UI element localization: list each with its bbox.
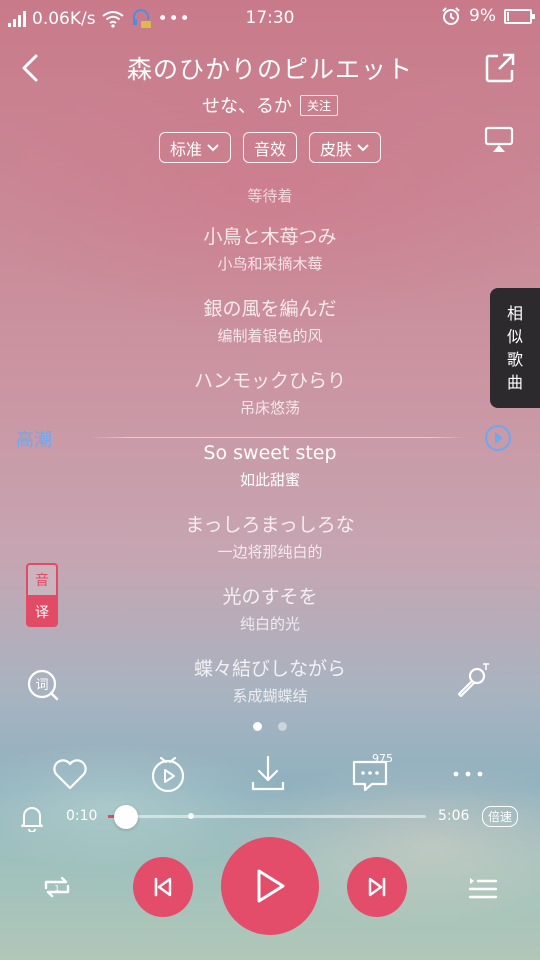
- chevron-down-icon: [357, 143, 369, 151]
- lyric-line[interactable]: 小鳥と木苺つみ 小鸟和采摘木莓: [90, 222, 450, 294]
- quality-label: 标准: [169, 139, 202, 159]
- lyric-line[interactable]: 光のすそを 纯白的光: [90, 582, 450, 654]
- play-icon: [257, 869, 285, 903]
- download-icon[interactable]: [246, 752, 290, 796]
- comment-count: 975: [372, 752, 393, 765]
- play-button[interactable]: [221, 837, 319, 935]
- lyric-line[interactable]: ハンモックひらり 吊床悠荡: [90, 366, 450, 438]
- similar-char: 曲: [506, 373, 523, 392]
- translation-toggle[interactable]: 音 译: [26, 563, 58, 627]
- back-arrow-icon[interactable]: [16, 50, 46, 86]
- next-icon: [368, 877, 386, 897]
- current-time: 0:10: [66, 808, 98, 824]
- original-option[interactable]: 音: [28, 565, 56, 595]
- lyric-translation: 纯白的光: [239, 615, 300, 633]
- video-icon[interactable]: [146, 752, 190, 796]
- climax-label: 高潮: [16, 430, 52, 451]
- options-row: 标准 音效 皮肤: [0, 132, 540, 163]
- follow-button[interactable]: 关注: [299, 94, 338, 116]
- sound-effects-button[interactable]: 音效: [242, 132, 297, 163]
- lyric-translation: 一边将那纯白的: [217, 543, 323, 561]
- playback-speed-button[interactable]: 倍速: [482, 806, 519, 827]
- page-dot[interactable]: [278, 722, 287, 731]
- lyric-original: 銀の風を編んだ: [203, 298, 337, 320]
- lyric-text: 等待着: [247, 187, 293, 205]
- heart-icon[interactable]: [48, 752, 92, 796]
- svg-text:1: 1: [54, 884, 59, 893]
- lyric-translation: 如此甜蜜: [239, 471, 300, 489]
- skin-select[interactable]: 皮肤: [309, 132, 382, 163]
- lyric-search-icon[interactable]: 词: [26, 668, 60, 702]
- lyric-original: ハンモックひらり: [193, 370, 346, 392]
- lyric-line-current[interactable]: So sweet step 如此甜蜜: [90, 438, 450, 510]
- seek-thumb[interactable]: [114, 805, 139, 829]
- similar-char: 歌: [506, 350, 523, 369]
- battery-icon: [504, 8, 535, 24]
- svg-text:词: 词: [35, 678, 48, 693]
- seek-track[interactable]: [108, 805, 426, 829]
- share-icon[interactable]: [484, 52, 516, 84]
- translation-option[interactable]: 译: [28, 597, 56, 625]
- lyric-original: 蝶々結びしながら: [193, 658, 346, 680]
- skin-label: 皮肤: [320, 139, 353, 159]
- action-bar: [0, 752, 540, 798]
- playback-controls: 1: [0, 834, 540, 938]
- status-bar: 0.06K/s ••• 17:30 9%: [0, 0, 540, 36]
- sound-effects-label: 音效: [253, 139, 286, 159]
- quality-select[interactable]: 标准: [158, 132, 231, 163]
- previous-icon: [154, 877, 172, 897]
- alarm-clock-icon: [442, 7, 460, 25]
- lyric-line[interactable]: 等待着: [90, 182, 450, 222]
- similar-char: 似: [506, 327, 523, 346]
- chevron-down-icon: [207, 143, 219, 151]
- lyric-translation: 小鸟和采摘木莓: [217, 255, 323, 273]
- lyric-line[interactable]: まっしろまっしろな 一边将那纯白的: [90, 510, 450, 582]
- karaoke-mic-icon[interactable]: [452, 662, 492, 702]
- page-indicator: [0, 722, 540, 731]
- lyric-translation: 系成蝴蝶结: [232, 687, 308, 705]
- climax-divider: [90, 437, 468, 438]
- page-dot-active[interactable]: [253, 722, 262, 731]
- climax-play-icon[interactable]: [484, 424, 512, 452]
- lyric-original: So sweet step: [203, 442, 337, 464]
- lyric-translation: 吊床悠荡: [239, 399, 300, 417]
- artist-name[interactable]: せな、るか: [202, 92, 292, 118]
- total-time: 5:06: [438, 808, 470, 824]
- lyric-line[interactable]: 銀の風を編んだ 编制着银色的风: [90, 294, 450, 366]
- lyric-translation: 编制着银色的风: [217, 327, 323, 345]
- battery-percent: 9%: [469, 6, 496, 26]
- lyric-line[interactable]: 蝶々結びしながら 系成蝴蝶结: [90, 654, 450, 726]
- buffer-marker: [187, 813, 194, 819]
- similar-char: 相: [506, 304, 523, 323]
- lyric-original: まっしろまっしろな: [185, 514, 355, 536]
- progress-bar: 0:10 5:06 倍速: [0, 800, 540, 832]
- more-icon[interactable]: [446, 752, 490, 796]
- bell-icon[interactable]: [18, 802, 46, 832]
- playlist-icon[interactable]: [466, 870, 500, 904]
- previous-button[interactable]: [133, 857, 193, 917]
- song-title: 森のひかりのピルエット: [126, 55, 413, 84]
- next-button[interactable]: [347, 857, 407, 917]
- artist-row: せな、るか 关注: [0, 92, 540, 118]
- similar-songs-tab[interactable]: 相 似 歌 曲: [490, 288, 540, 408]
- repeat-icon[interactable]: 1: [40, 870, 74, 904]
- lyric-original: 光のすそを: [222, 586, 318, 608]
- lyrics-panel[interactable]: 等待着 小鳥と木苺つみ 小鸟和采摘木莓 銀の風を編んだ 编制着银色的风 ハンモッ…: [90, 182, 450, 726]
- lyric-original: 小鳥と木苺つみ: [203, 226, 337, 248]
